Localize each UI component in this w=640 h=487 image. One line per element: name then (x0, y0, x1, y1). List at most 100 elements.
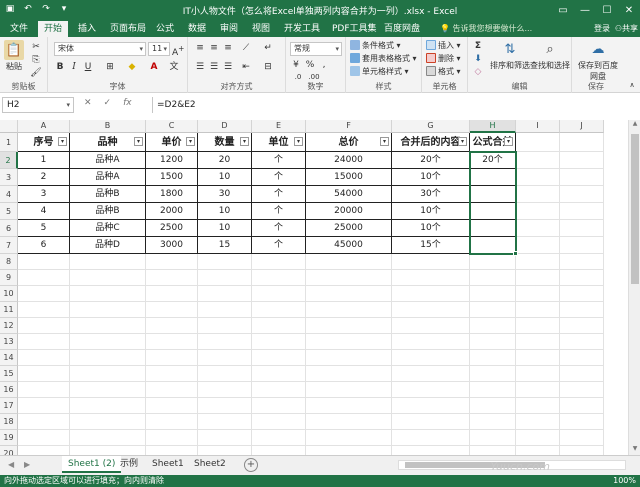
filter-dropdown-icon[interactable]: ▾ (134, 137, 143, 146)
table-cell[interactable]: 10 (198, 203, 252, 220)
empty-cell[interactable] (252, 414, 306, 430)
empty-cell[interactable] (70, 414, 146, 430)
row-header[interactable]: 15 (0, 366, 18, 382)
bold-button[interactable]: B (54, 61, 66, 73)
empty-cell[interactable] (392, 382, 470, 398)
empty-cell[interactable] (470, 270, 516, 286)
empty-cell[interactable] (306, 382, 392, 398)
header-cell[interactable]: 数量 ▾ (198, 133, 252, 152)
table-cell[interactable]: 54000 (306, 186, 392, 203)
table-cell[interactable]: 1200 (146, 152, 198, 169)
empty-cell[interactable] (18, 254, 70, 270)
maximize-button[interactable]: ☐ (596, 0, 618, 21)
table-cell[interactable] (470, 186, 516, 203)
empty-cell[interactable] (70, 302, 146, 318)
table-cell[interactable]: 个 (252, 220, 306, 237)
align-top-icon[interactable]: ≡ (194, 42, 206, 54)
table-cell[interactable]: 20个 (470, 152, 516, 169)
filter-dropdown-icon[interactable]: ▾ (58, 137, 67, 146)
paste-button[interactable]: 📋 粘贴 (3, 40, 25, 72)
formula-input[interactable]: =D2&E2 (152, 97, 626, 113)
empty-cell[interactable] (560, 270, 604, 286)
empty-cell[interactable] (18, 334, 70, 350)
tell-me-search[interactable]: 💡 告诉我您想要做什么... (440, 23, 532, 34)
empty-cell[interactable] (70, 430, 146, 446)
row-header[interactable]: 4 (0, 186, 18, 203)
empty-cell[interactable] (252, 318, 306, 334)
empty-cell[interactable] (470, 318, 516, 334)
empty-cell[interactable] (560, 350, 604, 366)
empty-cell[interactable] (252, 286, 306, 302)
zoom-level[interactable]: 100% (613, 475, 636, 487)
row-header[interactable]: 14 (0, 350, 18, 366)
empty-cell[interactable] (516, 220, 560, 237)
cut-icon[interactable]: ✂ (30, 41, 42, 53)
empty-cell[interactable] (198, 318, 252, 334)
fill-icon[interactable]: ⬇ (472, 53, 484, 65)
empty-cell[interactable] (252, 430, 306, 446)
empty-cell[interactable] (470, 414, 516, 430)
empty-cell[interactable] (198, 350, 252, 366)
empty-cell[interactable] (252, 382, 306, 398)
next-sheet-icon[interactable]: ▶ (24, 460, 30, 469)
row-header[interactable]: 7 (0, 237, 18, 254)
clear-icon[interactable]: ◇ (472, 66, 484, 78)
scroll-thumb[interactable] (631, 134, 639, 284)
table-cell[interactable]: 20 (198, 152, 252, 169)
table-cell[interactable]: 个 (252, 203, 306, 220)
empty-cell[interactable] (560, 133, 604, 152)
header-cell[interactable]: 品种 ▾ (70, 133, 146, 152)
empty-cell[interactable] (560, 334, 604, 350)
tab-home[interactable]: 开始 (38, 21, 69, 37)
table-cell[interactable]: 1500 (146, 169, 198, 186)
empty-cell[interactable] (306, 350, 392, 366)
tab-view[interactable]: 视图 (246, 21, 276, 37)
column-header-c[interactable]: C (146, 120, 198, 133)
empty-cell[interactable] (306, 302, 392, 318)
header-cell[interactable]: 公式合并 ▾ (470, 133, 516, 152)
row-header[interactable]: 1 (0, 133, 18, 152)
table-cell[interactable]: 24000 (306, 152, 392, 169)
empty-cell[interactable] (560, 152, 604, 169)
table-cell[interactable]: 5 (18, 220, 70, 237)
row-header[interactable]: 3 (0, 169, 18, 186)
row-header[interactable]: 10 (0, 286, 18, 302)
column-header-b[interactable]: B (70, 120, 146, 133)
empty-cell[interactable] (18, 430, 70, 446)
empty-cell[interactable] (70, 366, 146, 382)
empty-cell[interactable] (470, 366, 516, 382)
empty-cell[interactable] (560, 446, 604, 455)
table-cell[interactable]: 30 (198, 186, 252, 203)
empty-cell[interactable] (516, 334, 560, 350)
table-cell[interactable]: 个 (252, 169, 306, 186)
align-bottom-icon[interactable]: ≡ (222, 42, 234, 54)
row-header[interactable]: 11 (0, 302, 18, 318)
row-header[interactable]: 8 (0, 254, 18, 270)
table-cell[interactable]: 10 (198, 169, 252, 186)
empty-cell[interactable] (560, 169, 604, 186)
tab-pdf-tools[interactable]: PDF工具集 (326, 21, 383, 37)
empty-cell[interactable] (198, 286, 252, 302)
merge-center-icon[interactable]: ⊟ (262, 61, 274, 73)
row-header[interactable]: 12 (0, 318, 18, 334)
empty-cell[interactable] (392, 286, 470, 302)
table-cell[interactable]: 10个 (392, 220, 470, 237)
row-header[interactable]: 13 (0, 334, 18, 350)
empty-cell[interactable] (470, 398, 516, 414)
table-cell[interactable]: 1 (18, 152, 70, 169)
table-cell[interactable]: 15000 (306, 169, 392, 186)
empty-cell[interactable] (470, 382, 516, 398)
tab-data[interactable]: 数据 (182, 21, 212, 37)
phonetic-icon[interactable]: 文 (168, 61, 180, 73)
empty-cell[interactable] (18, 446, 70, 455)
filter-dropdown-icon[interactable]: ▾ (240, 137, 249, 146)
table-cell[interactable]: 3000 (146, 237, 198, 254)
empty-cell[interactable] (306, 430, 392, 446)
table-cell[interactable]: 30个 (392, 186, 470, 203)
minimize-button[interactable]: — (574, 0, 596, 21)
font-color-icon[interactable]: A (148, 61, 160, 73)
empty-cell[interactable] (560, 186, 604, 203)
header-cell[interactable]: 单价 ▾ (146, 133, 198, 152)
empty-cell[interactable] (560, 414, 604, 430)
vertical-scrollbar[interactable]: ▲ ▼ (628, 120, 640, 455)
